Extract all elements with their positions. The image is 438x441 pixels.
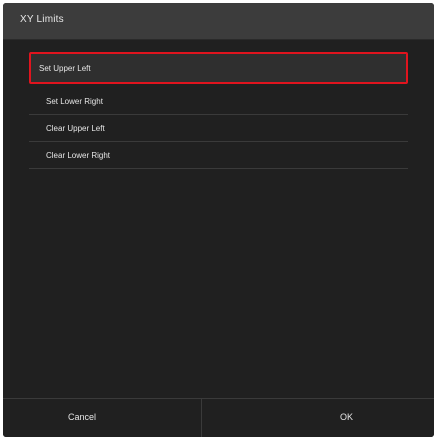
xy-limits-dialog: XY Limits Set Upper Left Set Lower Right… — [3, 3, 434, 437]
ok-button[interactable]: OK — [202, 399, 434, 437]
dialog-footer: Cancel OK — [3, 398, 434, 437]
cancel-button-label: Cancel — [68, 412, 97, 422]
menu-item-label: Clear Upper Left — [46, 124, 105, 133]
menu-item-label: Set Upper Left — [39, 64, 91, 73]
menu-item-set-lower-right[interactable]: Set Lower Right — [29, 88, 408, 115]
menu-item-label: Clear Lower Right — [46, 151, 111, 160]
ok-button-label: OK — [340, 412, 354, 422]
dialog-title: XY Limits — [20, 14, 64, 25]
menu-item-set-upper-left[interactable]: Set Upper Left — [29, 52, 408, 84]
limits-menu: Set Upper Left Set Lower Right Clear Upp… — [29, 52, 408, 169]
menu-item-clear-upper-left[interactable]: Clear Upper Left — [29, 115, 408, 142]
menu-item-clear-lower-right[interactable]: Clear Lower Right — [29, 142, 408, 169]
cancel-button[interactable]: Cancel — [3, 399, 201, 437]
menu-item-label: Set Lower Right — [46, 97, 103, 106]
dialog-titlebar: XY Limits — [3, 3, 434, 40]
